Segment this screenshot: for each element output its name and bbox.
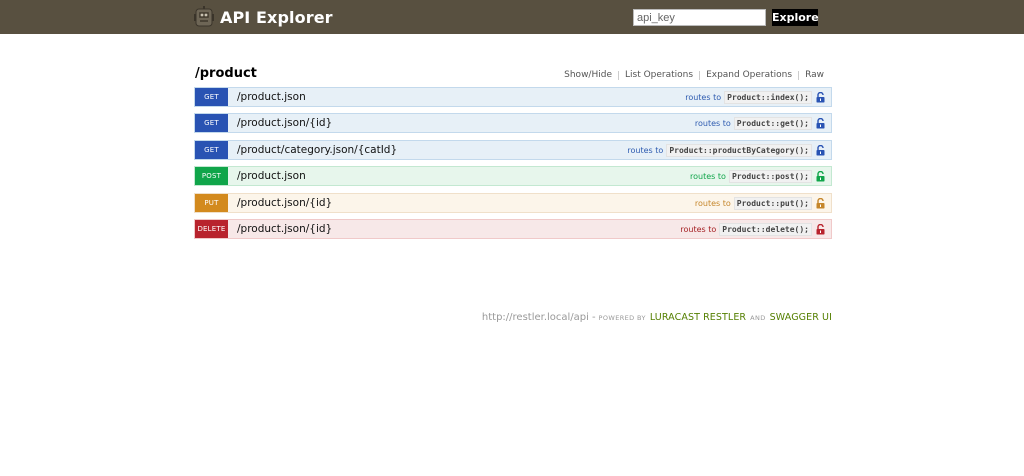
route-info: routes to Product::index(); xyxy=(685,90,825,104)
handler-name: Product::productByCategory(); xyxy=(666,143,812,157)
unlocked-padlock-icon[interactable] xyxy=(816,197,825,209)
options-divider xyxy=(798,71,800,80)
resource-heading: /product Show/Hide List Operations Expan… xyxy=(194,64,832,86)
method-badge[interactable]: PUT xyxy=(195,194,228,212)
resource-name-link[interactable]: /product xyxy=(195,66,257,81)
operation-row[interactable]: GET /product/category.json/{catId} route… xyxy=(194,140,832,160)
method-badge[interactable]: POST xyxy=(195,167,228,185)
operation-row[interactable]: GET /product.json/{id} routes to Product… xyxy=(194,113,832,133)
expand-operations-link[interactable]: Expand Operations xyxy=(706,70,792,80)
operation-path[interactable]: /product.json/{id} xyxy=(237,197,332,209)
operation-path[interactable]: /product.json xyxy=(237,170,306,182)
method-badge[interactable]: GET xyxy=(195,88,228,106)
method-badge[interactable]: GET xyxy=(195,141,228,159)
unlocked-padlock-icon[interactable] xyxy=(816,223,825,235)
options-divider xyxy=(617,71,619,80)
routes-to-label: routes to xyxy=(694,118,731,128)
operation-row[interactable]: POST /product.json routes to Product::po… xyxy=(194,166,832,186)
api-key-input[interactable] xyxy=(633,9,766,26)
handler-name: Product::get(); xyxy=(733,116,812,130)
show-hide-link[interactable]: Show/Hide xyxy=(564,70,612,80)
resource-options: Show/Hide List Operations Expand Operati… xyxy=(564,70,824,80)
handler-name: Product::post(); xyxy=(728,169,812,183)
operation-path[interactable]: /product.json/{id} xyxy=(237,117,332,129)
routes-to-label: routes to xyxy=(627,145,664,155)
routes-to-label: routes to xyxy=(685,92,722,102)
list-operations-link[interactable]: List Operations xyxy=(625,70,693,80)
unlocked-padlock-icon[interactable] xyxy=(816,117,825,129)
raw-link[interactable]: Raw xyxy=(805,70,824,80)
operation-path[interactable]: /product.json xyxy=(237,91,306,103)
route-info: routes to Product::post(); xyxy=(690,169,825,183)
operation-path[interactable]: /product.json/{id} xyxy=(237,223,332,235)
route-info: routes to Product::put(); xyxy=(694,196,825,210)
brand[interactable]: API Explorer xyxy=(194,6,333,28)
route-info: routes to Product::delete(); xyxy=(680,222,825,236)
and-label: AND xyxy=(750,314,766,322)
operation-row[interactable]: PUT /product.json/{id} routes to Product… xyxy=(194,193,832,213)
app-title[interactable]: API Explorer xyxy=(220,8,333,27)
unlocked-padlock-icon[interactable] xyxy=(816,144,825,156)
base-url: http://restler.local/api xyxy=(481,312,589,323)
unlocked-padlock-icon[interactable] xyxy=(816,170,825,182)
resource-panel: /product Show/Hide List Operations Expan… xyxy=(194,64,832,239)
explore-button[interactable]: Explore xyxy=(772,9,819,26)
route-info: routes to Product::productByCategory(); xyxy=(627,143,825,157)
powered-by-label: POWERED BY xyxy=(598,314,646,322)
routes-to-label: routes to xyxy=(680,224,717,234)
robot-logo-icon xyxy=(194,6,214,27)
handler-name: Product::delete(); xyxy=(719,222,812,236)
luracast-restler-link[interactable]: LURACAST RESTLER xyxy=(650,312,746,323)
routes-to-label: routes to xyxy=(694,198,731,208)
top-header-bar: API Explorer Explore xyxy=(0,0,1024,34)
swagger-ui-link[interactable]: SWAGGER UI xyxy=(770,312,832,323)
footer: http://restler.local/api - POWERED BY LU… xyxy=(482,312,832,323)
route-info: routes to Product::get(); xyxy=(694,116,825,130)
unlocked-padlock-icon[interactable] xyxy=(816,91,825,103)
footer-separator: - xyxy=(591,312,596,323)
handler-name: Product::index(); xyxy=(724,90,812,104)
operation-path[interactable]: /product/category.json/{catId} xyxy=(237,144,397,156)
routes-to-label: routes to xyxy=(690,171,726,181)
handler-name: Product::put(); xyxy=(733,196,812,210)
operation-row[interactable]: GET /product.json routes to Product::ind… xyxy=(194,87,832,107)
method-badge[interactable]: GET xyxy=(195,114,228,132)
options-divider xyxy=(699,71,701,80)
method-badge[interactable]: DELETE xyxy=(195,220,228,238)
operation-row[interactable]: DELETE /product.json/{id} routes to Prod… xyxy=(194,219,832,239)
